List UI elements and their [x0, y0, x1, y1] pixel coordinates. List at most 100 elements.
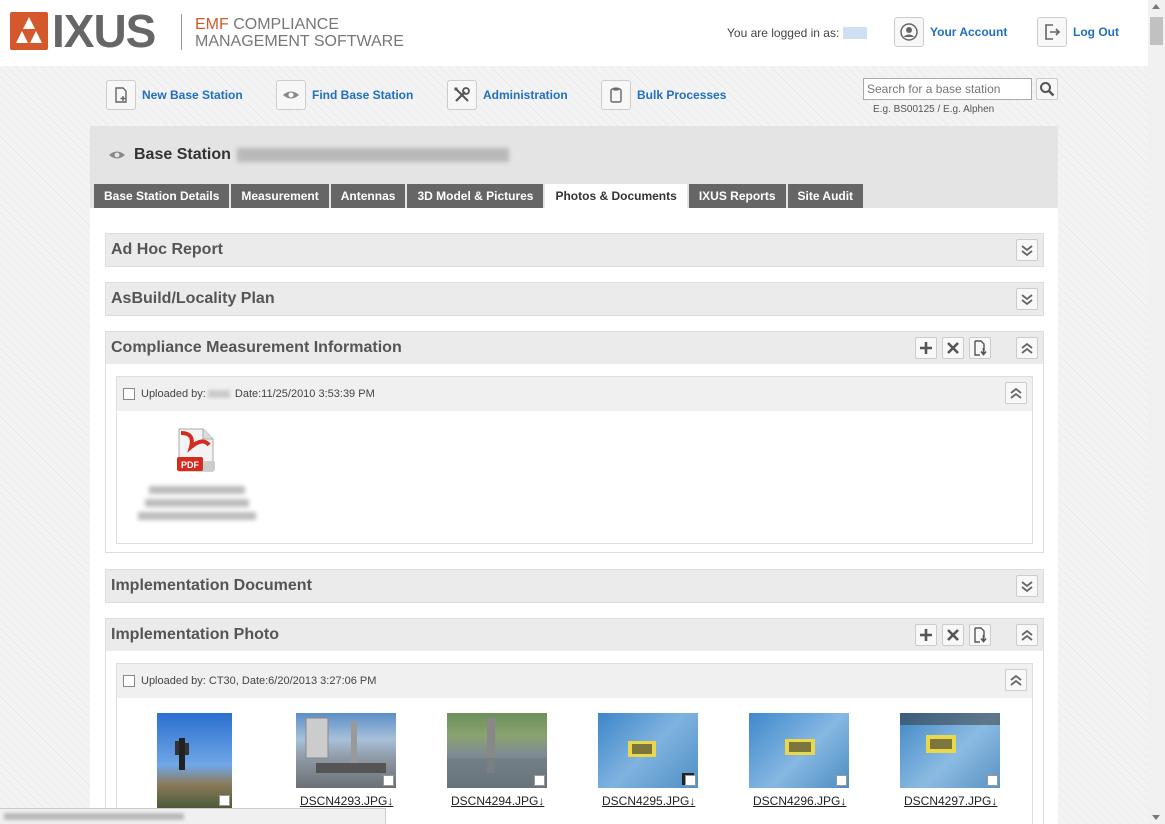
main-panel: Base Station Base Station Details Measur…	[90, 126, 1058, 824]
tab-bar: Base Station Details Measurement Antenna…	[94, 184, 865, 208]
upload-group-header: Uploaded by: Date:11/25/2010 3:53:39 PM	[117, 377, 1032, 411]
photo-caption-link[interactable]: DSCN4297.JPG↓	[904, 794, 997, 808]
page-title: Base Station	[134, 146, 231, 163]
section-header: Ad Hoc Report	[106, 234, 1043, 266]
photo-select-checkbox[interactable]	[685, 775, 696, 786]
chevron-double-up-icon	[1010, 674, 1022, 686]
download-document-icon	[974, 627, 987, 643]
find-base-station-button[interactable]: Find Base Station	[276, 80, 413, 110]
expand-button[interactable]	[1016, 288, 1038, 310]
tab-measurement[interactable]: Measurement	[231, 184, 329, 208]
photo-thumbnail[interactable]	[900, 713, 1000, 788]
scroll-thumb[interactable]	[1150, 17, 1163, 45]
expand-button[interactable]	[1016, 239, 1038, 261]
collapse-button[interactable]	[1005, 382, 1027, 404]
tagline: EMF Compliance Management Software	[195, 16, 404, 50]
photo-caption-link[interactable]: DSCN4296.JPG↓	[753, 794, 846, 808]
user-icon	[894, 17, 924, 47]
pdf-file-name-redacted[interactable]	[137, 481, 257, 521]
photo-thumbnail[interactable]	[749, 713, 849, 788]
administration-button[interactable]: Administration	[447, 80, 568, 110]
upload-group: Uploaded by: Date:11/25/2010 3:53:39 PM …	[116, 376, 1033, 544]
photo-thumbnail[interactable]	[296, 713, 396, 788]
search-hint: E.g. BS00125 / E.g. Alphen	[873, 104, 995, 115]
photo-caption-link[interactable]: DSCN4294.JPG↓	[451, 794, 544, 808]
add-button[interactable]	[915, 337, 937, 359]
new-document-icon	[106, 80, 136, 110]
upload-info: Uploaded by: Date:11/25/2010 3:53:39 PM	[141, 388, 375, 400]
new-base-station-button[interactable]: New Base Station	[106, 80, 243, 110]
search-input[interactable]	[863, 78, 1032, 100]
section-header: Compliance Measurement Information	[106, 332, 1043, 364]
chevron-double-up-icon	[1021, 629, 1033, 641]
logged-in-username	[843, 27, 867, 39]
close-icon	[947, 342, 959, 354]
upload-group-header: Uploaded by: CT30, Date:6/20/2013 3:27:0…	[117, 664, 1032, 698]
section-implementation-document: Implementation Document	[105, 569, 1044, 603]
tools-icon	[447, 80, 477, 110]
plus-icon	[920, 629, 932, 641]
tab-3d-model-pictures[interactable]: 3D Model & Pictures	[407, 184, 544, 208]
scroll-down-arrow-icon[interactable]	[1152, 815, 1160, 820]
tab-antennas[interactable]: Antennas	[330, 184, 406, 208]
tab-photos-documents[interactable]: Photos & Documents	[545, 184, 687, 208]
eye-icon	[276, 80, 306, 110]
base-station-name-redacted	[236, 148, 509, 162]
chevron-double-down-icon	[1021, 245, 1033, 257]
chevron-double-down-icon	[1021, 294, 1033, 306]
photo-select-checkbox[interactable]	[219, 795, 230, 806]
download-button[interactable]	[969, 337, 991, 359]
logo-text: IXUS	[52, 5, 156, 57]
section-asbuild-locality-plan: AsBuild/Locality Plan	[105, 282, 1044, 316]
select-upload-checkbox[interactable]	[123, 388, 135, 400]
logo-divider	[181, 14, 182, 50]
collapse-button[interactable]	[1016, 337, 1038, 359]
log-out-button[interactable]: Log Out	[1037, 17, 1119, 47]
photo-thumbnail[interactable]	[598, 713, 698, 788]
status-url-redacted	[4, 813, 184, 820]
add-button[interactable]	[915, 624, 937, 646]
tab-site-audit[interactable]: Site Audit	[787, 184, 864, 208]
select-upload-checkbox[interactable]	[123, 675, 135, 687]
search-button[interactable]	[1036, 78, 1058, 100]
tab-ixus-reports[interactable]: IXUS Reports	[688, 184, 786, 208]
photo-select-checkbox[interactable]	[534, 775, 545, 786]
section-compliance-measurement-information: Compliance Measurement Information Uploa…	[105, 331, 1044, 553]
section-header: Implementation Photo	[106, 619, 1043, 651]
photo-caption-link[interactable]: DSCN4293.JPG↓	[300, 794, 393, 808]
upload-info: Uploaded by: CT30, Date:6/20/2013 3:27:0…	[141, 675, 377, 687]
title-row: Base Station	[108, 146, 509, 164]
base-station-header: Base Station Base Station Details Measur…	[90, 126, 1058, 208]
chevron-double-up-icon	[1010, 387, 1022, 399]
uploader-redacted	[207, 390, 230, 399]
scroll-up-arrow-icon[interactable]	[1152, 4, 1160, 9]
photo-caption-link[interactable]: DSCN4295.JPG↓	[602, 794, 695, 808]
download-button[interactable]	[969, 624, 991, 646]
upload-group: Uploaded by: CT30, Date:6/20/2013 3:27:0…	[116, 663, 1033, 824]
expand-button[interactable]	[1016, 575, 1038, 597]
photo-thumbnail[interactable]	[447, 713, 547, 788]
your-account-button[interactable]: Your Account	[894, 17, 1007, 47]
bulk-processes-button[interactable]: Bulk Processes	[601, 80, 726, 110]
delete-button[interactable]	[942, 624, 964, 646]
page-scrollbar[interactable]	[1148, 0, 1165, 824]
clipboard-icon	[601, 80, 631, 110]
tab-base-station-details[interactable]: Base Station Details	[94, 184, 230, 208]
section-header: AsBuild/Locality Plan	[106, 283, 1043, 315]
section-header: Implementation Document	[106, 570, 1043, 602]
photo-select-checkbox[interactable]	[383, 775, 394, 786]
collapse-button[interactable]	[1016, 624, 1038, 646]
download-document-icon	[974, 340, 987, 356]
pdf-file-icon[interactable]: PDF	[175, 427, 219, 478]
close-icon	[947, 629, 959, 641]
chevron-double-up-icon	[1021, 342, 1033, 354]
plus-icon	[920, 342, 932, 354]
photo-thumbnail[interactable]	[157, 713, 232, 808]
photo-select-checkbox[interactable]	[987, 775, 998, 786]
logout-icon	[1037, 17, 1067, 47]
photo-select-checkbox[interactable]	[836, 775, 847, 786]
collapse-button[interactable]	[1005, 669, 1027, 691]
delete-button[interactable]	[942, 337, 964, 359]
eye-icon	[109, 151, 125, 159]
svg-text:PDF: PDF	[181, 460, 200, 470]
